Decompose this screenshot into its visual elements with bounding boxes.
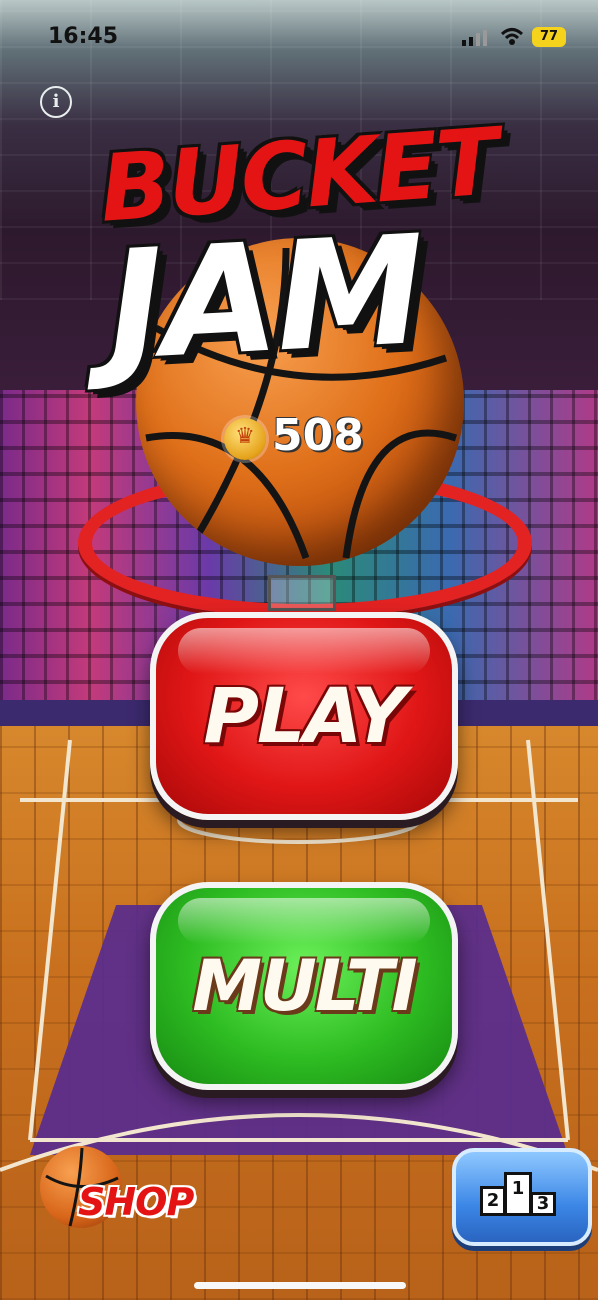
battery-icon: 77 (532, 27, 566, 47)
wifi-icon (500, 28, 524, 45)
multi-button-label: MULTI (192, 945, 417, 1027)
shop-button[interactable]: SHOP (78, 1180, 194, 1224)
backboard (268, 575, 336, 611)
coin-count: 508 (272, 410, 364, 461)
play-button[interactable]: PLAY (150, 612, 458, 820)
podium-first: 1 (504, 1172, 532, 1216)
info-icon[interactable]: i (40, 86, 72, 118)
crown-coin-icon: ♛ (224, 418, 266, 460)
signal-icon (462, 30, 487, 46)
podium-icon: 2 1 3 (480, 1170, 556, 1216)
multi-button[interactable]: MULTI (150, 882, 458, 1090)
play-button-label: PLAY (203, 671, 406, 760)
home-indicator[interactable] (194, 1282, 406, 1289)
title-line-jam: JAM (103, 203, 428, 395)
status-time: 16:45 (48, 24, 119, 49)
podium-third: 3 (530, 1192, 556, 1216)
podium-second: 2 (480, 1186, 506, 1216)
